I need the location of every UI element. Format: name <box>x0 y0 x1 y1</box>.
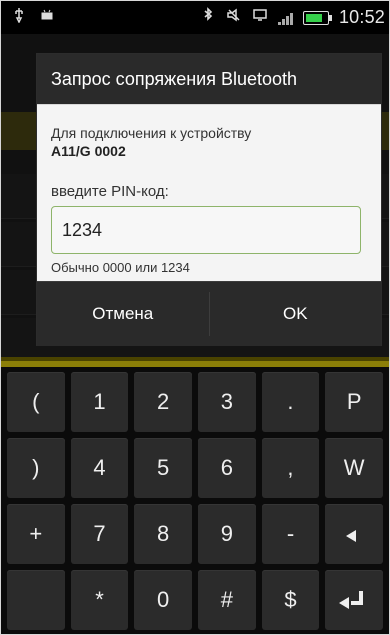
no-sound-icon <box>226 7 242 28</box>
key-open-paren[interactable]: ( <box>7 372 65 432</box>
key-p[interactable]: P <box>325 372 383 432</box>
dialog-title: Запрос сопряжения Bluetooth <box>37 54 381 104</box>
key-8[interactable]: 8 <box>134 504 192 564</box>
bluetooth-pairing-dialog: Запрос сопряжения Bluetooth Для подключе… <box>37 54 381 346</box>
keypad-accent-bar <box>1 361 389 367</box>
key-7[interactable]: 7 <box>70 504 129 564</box>
bluetooth-icon <box>200 7 216 28</box>
key-6[interactable]: 6 <box>198 438 256 498</box>
pin-prompt: введите PIN-код: <box>51 183 169 200</box>
key-close-paren[interactable]: ) <box>7 438 65 498</box>
numeric-keypad: ( 1 2 3 . P ) 4 5 6 , W + 7 8 9 - * 0 # … <box>1 361 389 634</box>
key-dollar[interactable]: $ <box>261 570 320 630</box>
key-period[interactable]: . <box>261 372 320 432</box>
key-9[interactable]: 9 <box>198 504 256 564</box>
usb-icon <box>11 7 27 28</box>
status-bar: 10:52 <box>1 1 389 34</box>
status-right-icons: 10:52 <box>200 7 385 28</box>
keypad-grid: ( 1 2 3 . P ) 4 5 6 , W + 7 8 9 - * 0 # … <box>7 372 383 630</box>
key-hash[interactable]: # <box>198 570 256 630</box>
key-comma[interactable]: , <box>261 438 320 498</box>
key-2[interactable]: 2 <box>134 372 192 432</box>
display-icon <box>252 7 268 28</box>
signal-icon <box>277 11 293 25</box>
ok-button[interactable]: OK <box>210 282 382 346</box>
key-plus[interactable]: + <box>7 504 65 564</box>
key-backspace[interactable] <box>325 504 383 564</box>
key-3[interactable]: 3 <box>198 372 256 432</box>
key-1[interactable]: 1 <box>70 372 129 432</box>
key-0[interactable]: 0 <box>134 570 192 630</box>
pin-input[interactable] <box>52 207 360 253</box>
pin-hint: Обычно 0000 или 1234 <box>51 260 190 275</box>
pin-field[interactable] <box>51 206 361 254</box>
dialog-content: Для подключения к устройству A11/G 0002 … <box>37 104 381 283</box>
key-w[interactable]: W <box>325 438 383 498</box>
status-left-icons <box>11 7 55 28</box>
battery-icon <box>302 10 332 25</box>
key-5[interactable]: 5 <box>134 438 192 498</box>
clock: 10:52 <box>338 7 385 27</box>
enter-icon <box>339 591 364 609</box>
dialog-actions: Отмена OK <box>37 281 381 346</box>
device-name: A11/G 0002 <box>51 143 126 159</box>
dialog-message: Для подключения к устройству <box>51 125 252 141</box>
key-enter[interactable] <box>325 570 383 630</box>
cancel-button[interactable]: Отмена <box>37 282 209 346</box>
key-asterisk[interactable]: * <box>70 570 129 630</box>
key-minus[interactable]: - <box>261 504 320 564</box>
screen: 10:52 Запрос сопряжения Bluetooth Для по… <box>0 0 390 635</box>
android-icon <box>39 7 55 28</box>
key-space[interactable] <box>7 570 65 630</box>
key-4[interactable]: 4 <box>70 438 129 498</box>
